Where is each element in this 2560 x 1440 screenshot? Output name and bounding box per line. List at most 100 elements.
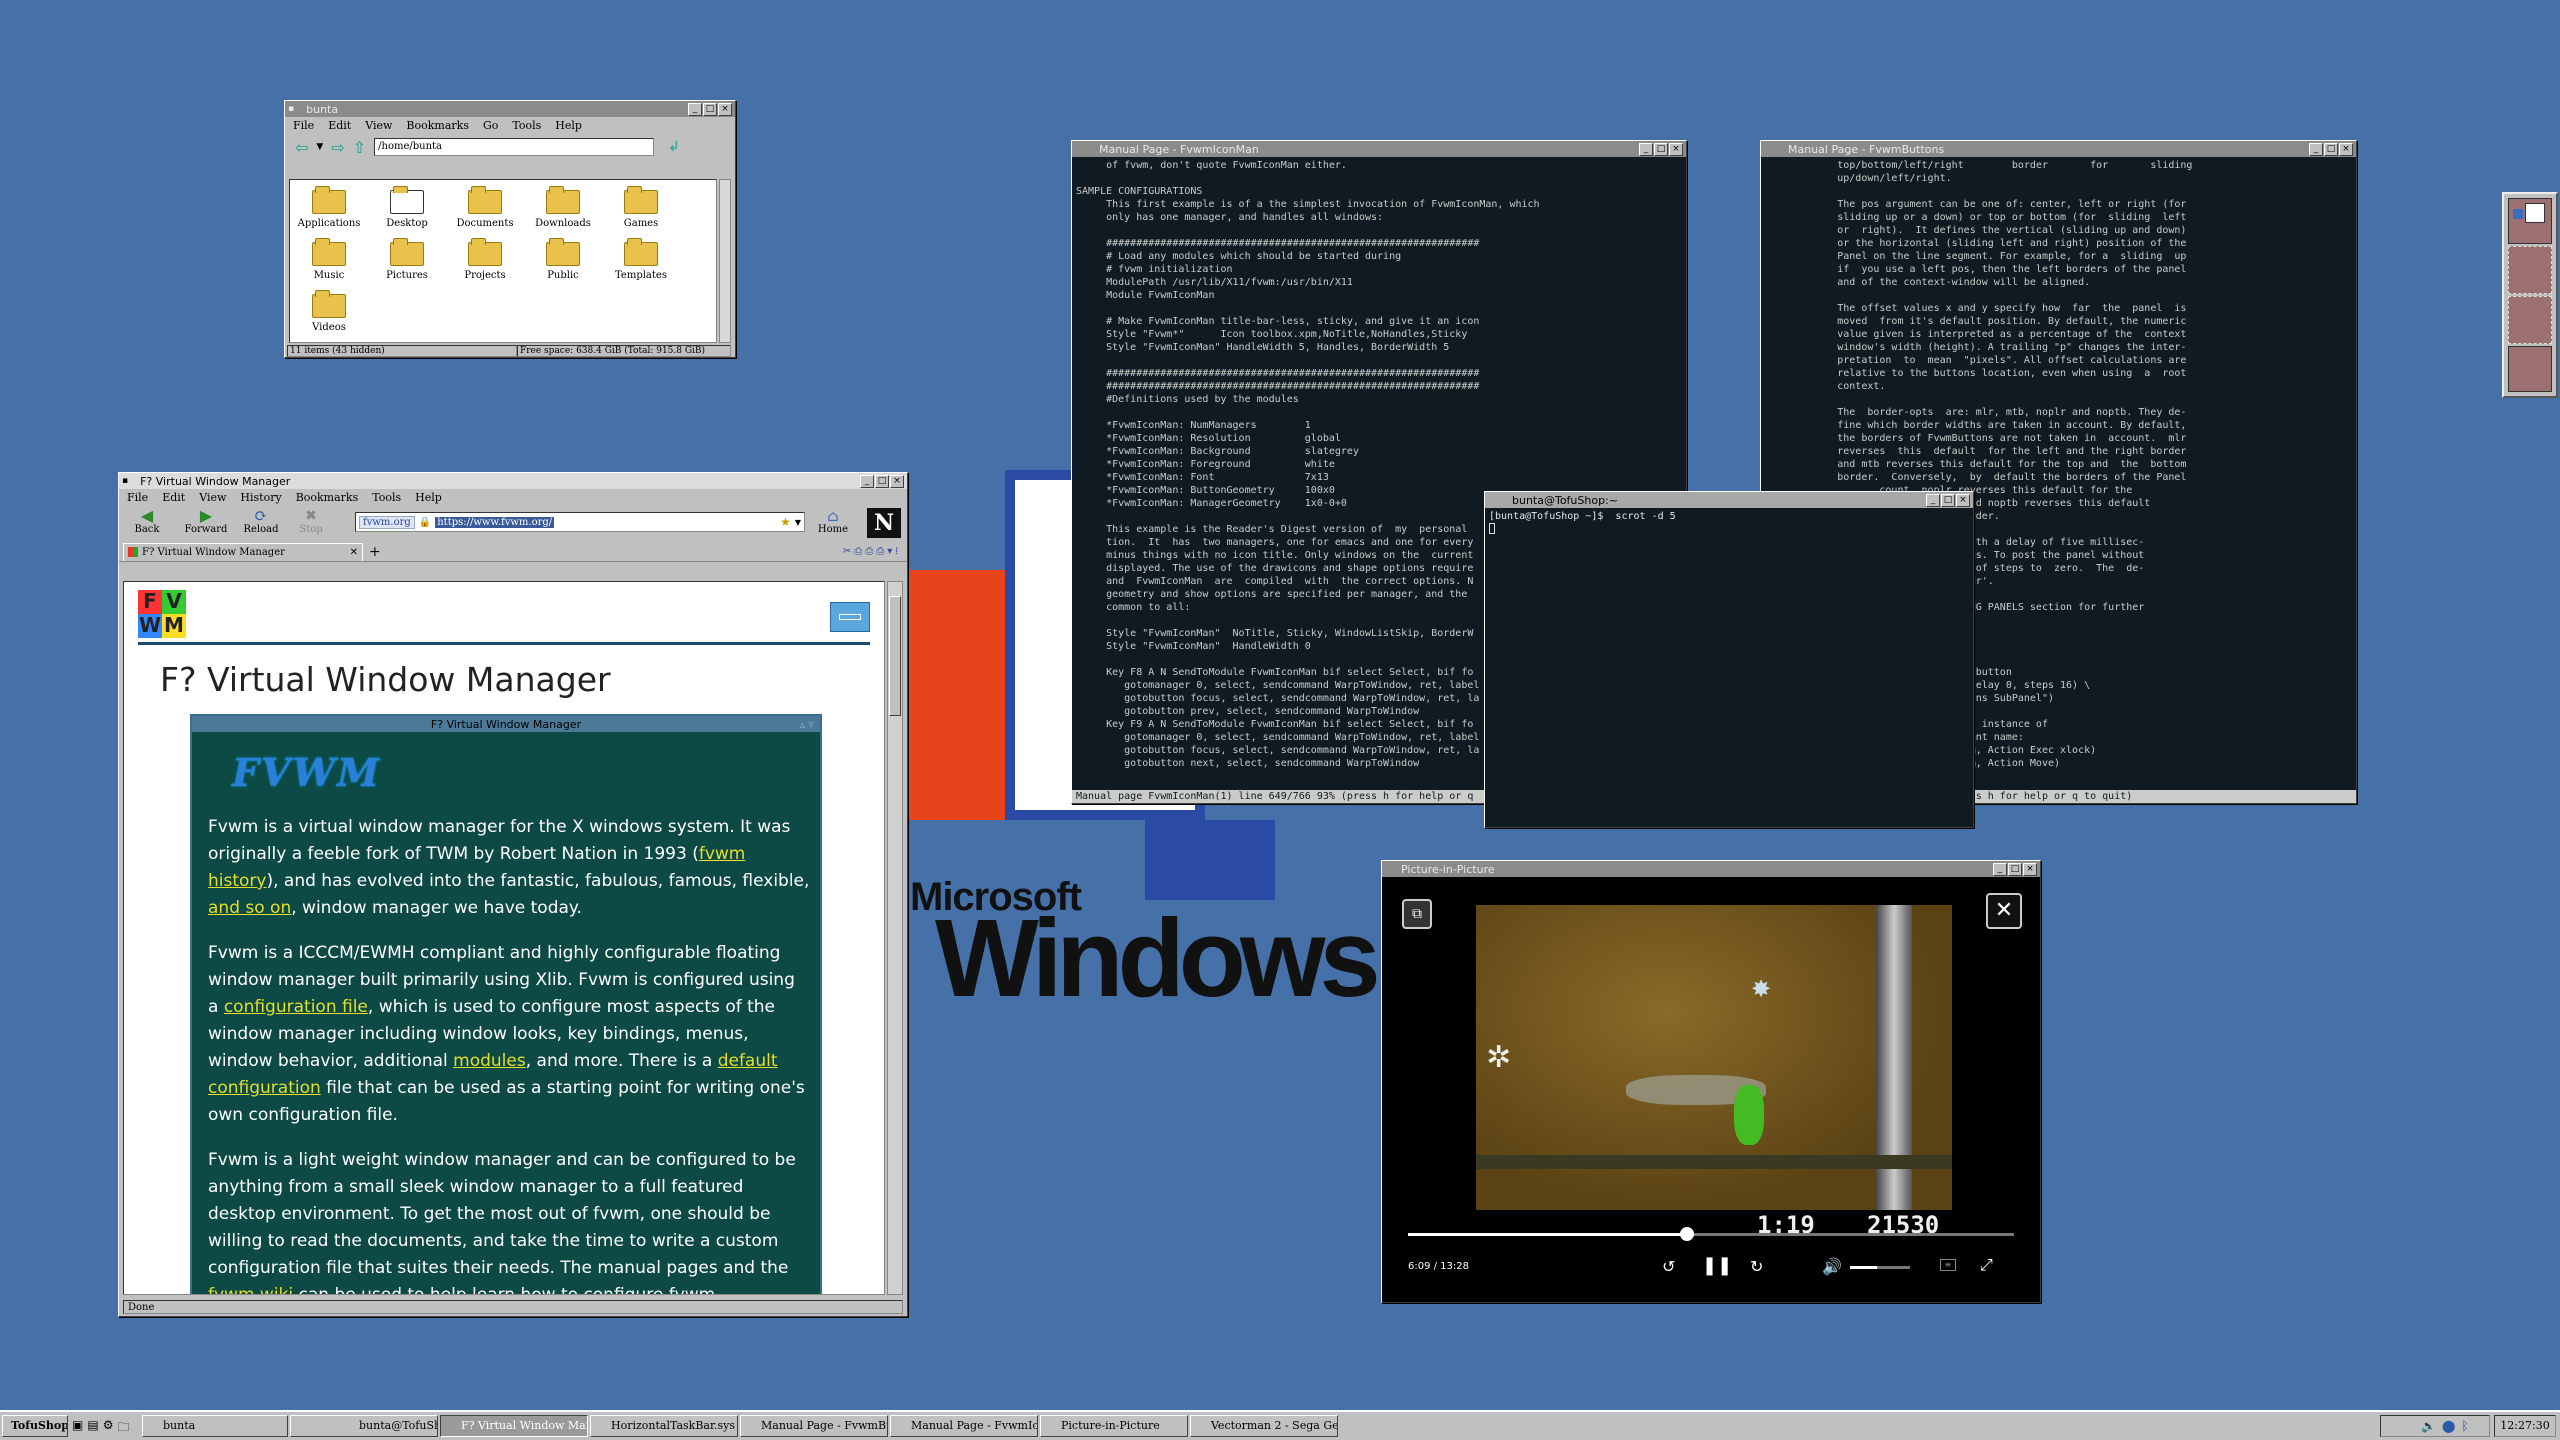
- folder-public[interactable]: Public: [524, 238, 602, 290]
- minimize-button[interactable]: _: [1926, 493, 1940, 507]
- start-button[interactable]: TofuShop: [2, 1415, 68, 1437]
- folder-templates[interactable]: Templates: [602, 238, 680, 290]
- network-tray-icon[interactable]: ⬤: [2442, 1419, 2455, 1433]
- minimize-button[interactable]: _: [860, 474, 874, 488]
- file-manager-window[interactable]: ▪ bunta _ □ × File Edit View Bookmarks Go To…: [284, 100, 736, 358]
- folder-applications[interactable]: Applications: [290, 186, 368, 238]
- menu-help[interactable]: Help: [555, 119, 582, 132]
- close-button[interactable]: ×: [1669, 142, 1683, 156]
- close-button[interactable]: ×: [2339, 142, 2353, 156]
- menu-toggle-button[interactable]: [830, 602, 870, 632]
- pager-desk-4[interactable]: [2508, 346, 2552, 392]
- folder-projects[interactable]: Projects: [446, 238, 524, 290]
- pager-desk-1[interactable]: [2508, 198, 2552, 244]
- menu-bookmarks[interactable]: Bookmarks: [296, 491, 359, 504]
- folder-games[interactable]: Games: [602, 186, 680, 238]
- captions-icon[interactable]: ≡: [1940, 1259, 1956, 1271]
- minimize-button[interactable]: _: [1639, 142, 1653, 156]
- pip-close-icon[interactable]: ✕: [1986, 893, 2022, 929]
- new-tab-icon[interactable]: +: [369, 544, 381, 560]
- back-arrow-icon[interactable]: ⇦: [295, 138, 308, 157]
- volume-icon[interactable]: 🔊: [1822, 1257, 1842, 1276]
- menu-tools[interactable]: Tools: [512, 119, 541, 132]
- maximize-button[interactable]: □: [1941, 493, 1955, 507]
- reload-button[interactable]: ⟳ Reload: [239, 508, 283, 536]
- scroll-thumb[interactable]: [889, 596, 901, 716]
- app-launch-icon[interactable]: ⚙: [103, 1418, 114, 1439]
- seek-bar-knob[interactable]: [1679, 1227, 1694, 1241]
- bluetooth-tray-icon[interactable]: ᛒ: [2461, 1419, 2468, 1433]
- location-input[interactable]: /home/bunta: [374, 138, 655, 156]
- terminal-titlebar[interactable]: bunta@TofuShop:~ _ □ ×: [1485, 492, 1973, 508]
- show-desktop-icon[interactable]: ▣: [72, 1418, 83, 1439]
- maximize-button[interactable]: □: [875, 474, 889, 488]
- folder-documents[interactable]: Documents: [446, 186, 524, 238]
- menu-edit[interactable]: Edit: [162, 491, 185, 504]
- menu-view[interactable]: View: [365, 119, 392, 132]
- up-arrow-icon[interactable]: ⇧: [353, 138, 366, 157]
- menu-file[interactable]: File: [293, 119, 314, 132]
- terminal-launch-icon[interactable]: ▤: [87, 1418, 98, 1439]
- bookmark-star-icon[interactable]: ★: [780, 515, 791, 529]
- task-fvwm-browser[interactable]: F? Virtual Window Mar: [440, 1415, 588, 1437]
- volume-tray-icon[interactable]: 🔈: [2421, 1419, 2436, 1433]
- link-modules[interactable]: modules: [453, 1051, 526, 1071]
- pip-window[interactable]: Picture-in-Picture _ □ × ⧉ ✕ ✸ ✲ 1:19 21530…: [1381, 860, 2041, 1303]
- replay-10-icon[interactable]: ↺: [1662, 1257, 1675, 1276]
- link-and-so-on[interactable]: and so on: [208, 898, 291, 918]
- link-configuration-file[interactable]: configuration file: [224, 997, 368, 1017]
- folder-pictures[interactable]: Pictures: [368, 238, 446, 290]
- menu-history[interactable]: History: [240, 491, 281, 504]
- menu-help[interactable]: Help: [415, 491, 442, 504]
- tab-close-icon[interactable]: ✕: [350, 547, 358, 558]
- maximize-button[interactable]: □: [2008, 862, 2022, 876]
- browser-window[interactable]: ▪ F? Virtual Window Manager _ □ × File Edit …: [118, 472, 908, 1317]
- close-button[interactable]: ×: [718, 102, 732, 116]
- pip-titlebar[interactable]: Picture-in-Picture _ □ ×: [1382, 861, 2040, 877]
- browser-titlebar[interactable]: ▪ F? Virtual Window Manager _ □ ×: [119, 473, 907, 489]
- folder-desktop[interactable]: Desktop: [368, 186, 446, 238]
- close-button[interactable]: ×: [2023, 862, 2037, 876]
- man-fvwmiconman-titlebar[interactable]: Manual Page - FvwmIconMan _ □ ×: [1072, 141, 1686, 157]
- fullscreen-icon[interactable]: ⤢: [1980, 1255, 1993, 1275]
- file-view-scrollbar[interactable]: [719, 179, 731, 343]
- terminal-output[interactable]: [bunta@TofuShop ~]$ scrot -d 5: [1485, 508, 1973, 824]
- task-vectorman[interactable]: Vectorman 2 - Sega Ge: [1190, 1415, 1338, 1437]
- maximize-button[interactable]: □: [2324, 142, 2338, 156]
- pager-desk-2[interactable]: [2508, 246, 2552, 294]
- url-bar[interactable]: fvwm.org 🔒 https://www.fvwm.org/ ★ ▼: [355, 512, 805, 532]
- menu-view[interactable]: View: [199, 491, 226, 504]
- terminal-window[interactable]: bunta@TofuShop:~ _ □ × [bunta@TofuShop ~]$ …: [1484, 491, 1974, 828]
- forward-arrow-icon[interactable]: ⇨: [331, 138, 344, 157]
- folder-music[interactable]: Music: [290, 238, 368, 290]
- back-button[interactable]: ◀ Back: [127, 508, 167, 536]
- video-frame[interactable]: ✸ ✲: [1476, 905, 1952, 1210]
- web-scrollbar[interactable]: [887, 581, 903, 1295]
- menu-bookmarks[interactable]: Bookmarks: [406, 119, 469, 132]
- tab-tools-icons[interactable]: ✂⎙⎙⎙▾⁞: [843, 546, 901, 557]
- clock[interactable]: 12:27:30: [2494, 1415, 2556, 1437]
- files-launch-icon[interactable]: 🗀: [117, 1418, 129, 1439]
- minimize-button[interactable]: _: [1993, 862, 2007, 876]
- maximize-button[interactable]: □: [1654, 142, 1668, 156]
- forward-10-icon[interactable]: ↻: [1750, 1257, 1763, 1276]
- file-manager-titlebar[interactable]: ▪ bunta _ □ ×: [285, 101, 735, 117]
- minimize-button[interactable]: _: [688, 102, 702, 116]
- menu-file[interactable]: File: [127, 491, 148, 504]
- history-dropdown-icon[interactable]: ▼: [316, 142, 323, 152]
- volume-slider[interactable]: [1850, 1266, 1910, 1269]
- web-content[interactable]: FVWM F? Virtual Window Manager F? Virtua…: [123, 581, 885, 1295]
- home-button[interactable]: ⌂ Home: [813, 508, 853, 535]
- task-terminal[interactable]: bunta@TofuShop:~: [290, 1415, 438, 1437]
- file-view[interactable]: Applications Desktop Documents Downloads…: [289, 179, 717, 343]
- seek-bar[interactable]: [1408, 1227, 2014, 1241]
- go-icon[interactable]: ↲: [668, 139, 680, 155]
- pager-panel[interactable]: [2502, 192, 2558, 398]
- close-button[interactable]: ×: [1956, 493, 1970, 507]
- site-identity-badge[interactable]: fvwm.org: [359, 515, 415, 529]
- folder-downloads[interactable]: Downloads: [524, 186, 602, 238]
- folder-videos[interactable]: Videos: [290, 290, 368, 342]
- tab-fvwm[interactable]: F? Virtual Window Manager ✕: [123, 542, 363, 561]
- pip-return-icon[interactable]: ⧉: [1402, 899, 1432, 929]
- link-fvwm-wiki[interactable]: fvwm wiki: [208, 1285, 293, 1294]
